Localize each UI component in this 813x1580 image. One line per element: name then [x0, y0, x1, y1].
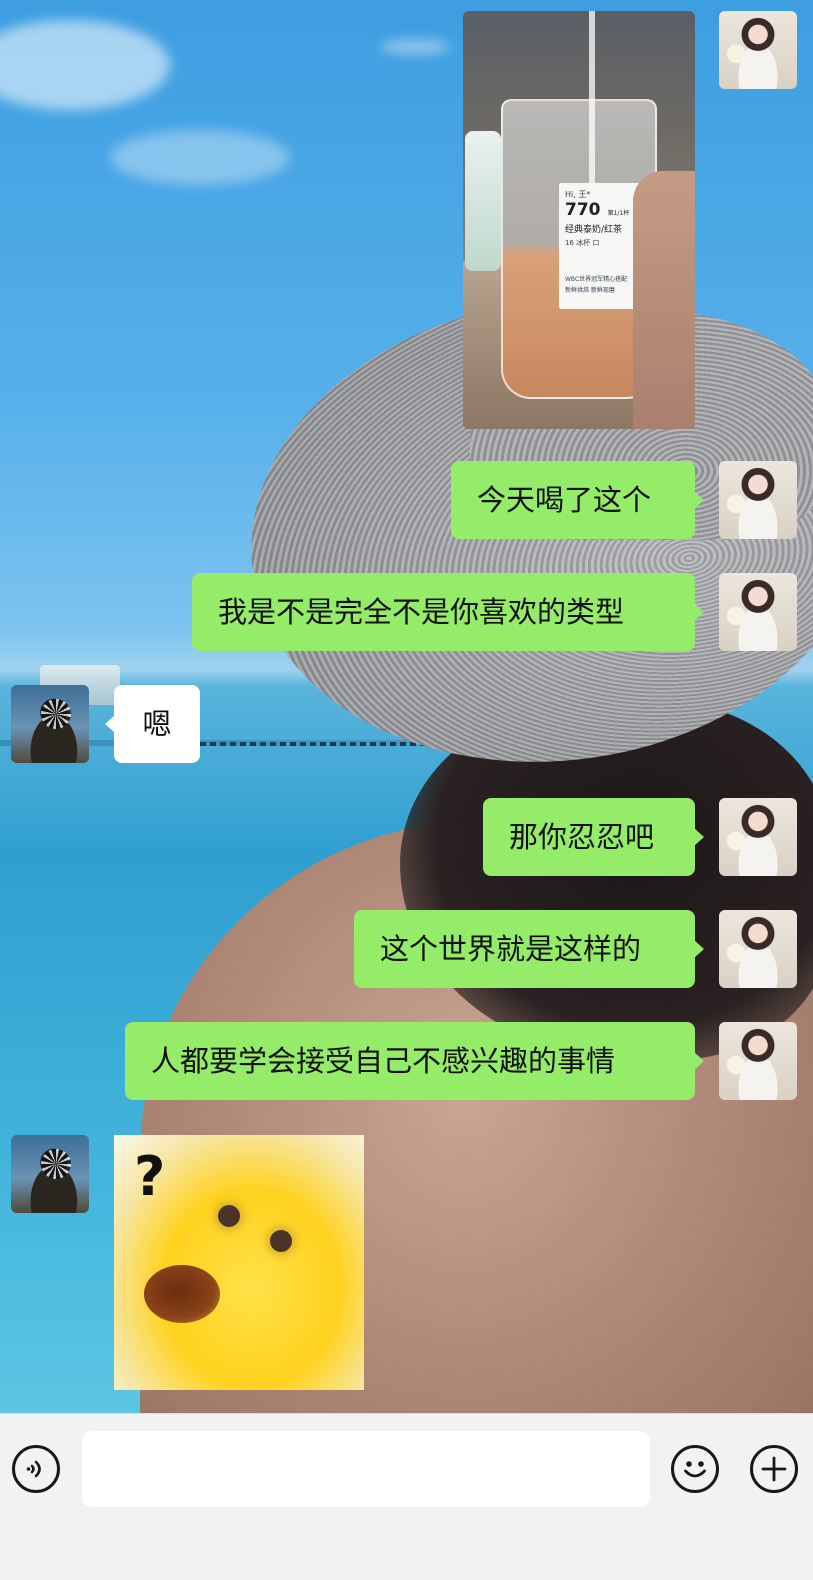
chat-input-bar: [0, 1413, 813, 1580]
wallpaper-cloud: [0, 20, 170, 110]
my-avatar[interactable]: [719, 11, 797, 89]
my-avatar[interactable]: [719, 798, 797, 876]
sticker-eye: [218, 1205, 240, 1227]
emoji-icon: [674, 1448, 716, 1490]
sticker-question-mark: ?: [134, 1145, 166, 1208]
outgoing-message-bubble[interactable]: 那你忍忍吧: [483, 798, 704, 876]
outgoing-message-bubble[interactable]: 人都要学会接受自己不感兴趣的事情: [125, 1022, 704, 1100]
photo-hand: [633, 171, 695, 429]
add-icon: [753, 1448, 795, 1490]
emoji-button[interactable]: [671, 1445, 719, 1493]
outgoing-message-bubble[interactable]: 我是不是完全不是你喜欢的类型: [192, 573, 704, 651]
my-avatar[interactable]: [719, 573, 797, 651]
photo-bottle: [465, 131, 501, 271]
my-avatar[interactable]: [719, 1022, 797, 1100]
outgoing-message-bubble[interactable]: 今天喝了这个: [451, 461, 704, 539]
message-text-input[interactable]: [82, 1431, 650, 1507]
sticker-eye: [270, 1230, 292, 1252]
contact-avatar[interactable]: [11, 1135, 89, 1213]
label-cup-count: 第1/1杯: [607, 210, 630, 217]
photo-straw: [589, 11, 595, 191]
label-order-number: 770: [565, 200, 601, 220]
voice-button[interactable]: [12, 1445, 60, 1493]
voice-icon: [15, 1448, 57, 1490]
incoming-message-bubble[interactable]: 嗯: [105, 685, 200, 763]
add-button[interactable]: [750, 1445, 798, 1493]
image-message-drink-photo[interactable]: Hi, 王* 770 第1/1杯 经典泰奶/红茶 16 冰杯 口 WBC世界冠军…: [463, 11, 695, 429]
my-avatar[interactable]: [719, 461, 797, 539]
sticker-mouth: [144, 1265, 220, 1323]
wallpaper-cloud: [380, 40, 450, 54]
my-avatar[interactable]: [719, 910, 797, 988]
contact-avatar[interactable]: [11, 685, 89, 763]
outgoing-message-bubble[interactable]: 这个世界就是这样的: [354, 910, 704, 988]
sticker-message-confused[interactable]: ?: [114, 1135, 364, 1390]
wallpaper-cloud: [110, 130, 290, 185]
